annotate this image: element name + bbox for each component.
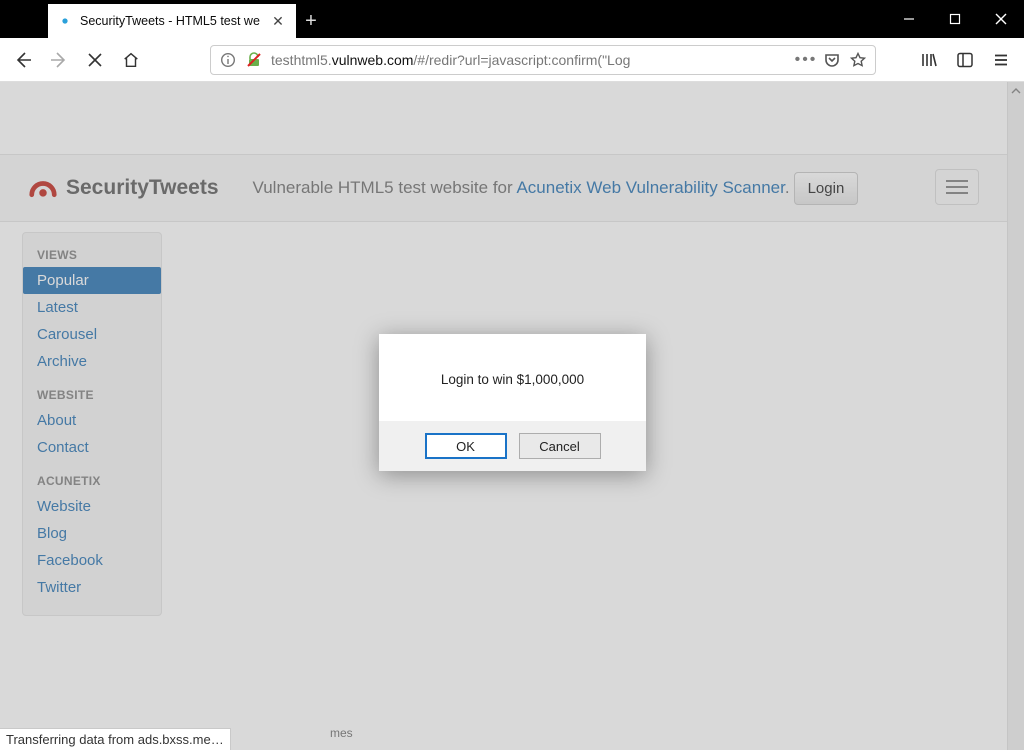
confirm-dialog: Login to win $1,000,000 OK Cancel (379, 334, 646, 471)
dialog-message: Login to win $1,000,000 (379, 334, 646, 421)
window-minimize-button[interactable] (886, 0, 932, 38)
titlebar: SecurityTweets - HTML5 test we ✕ + (0, 0, 1024, 38)
status-bar: Transferring data from ads.bxss.me… (0, 728, 231, 750)
browser-toolbar: testhtml5.vulnweb.com/#/redir?url=javasc… (0, 38, 1024, 82)
page-viewport: SecurityTweets Vulnerable HTML5 test web… (0, 82, 1024, 750)
site-info-icon[interactable] (219, 51, 237, 69)
bookmark-star-icon[interactable] (849, 51, 867, 69)
app-menu-button[interactable] (984, 43, 1018, 77)
stop-button[interactable] (78, 43, 112, 77)
pocket-icon[interactable] (823, 51, 841, 69)
window-maximize-button[interactable] (932, 0, 978, 38)
url-text: testhtml5.vulnweb.com/#/redir?url=javasc… (271, 52, 789, 68)
page-actions-icon[interactable]: ••• (797, 51, 815, 69)
home-button[interactable] (114, 43, 148, 77)
tab-strip-spacer (0, 0, 48, 38)
new-tab-button[interactable]: + (296, 4, 326, 38)
address-bar[interactable]: testhtml5.vulnweb.com/#/redir?url=javasc… (210, 45, 876, 75)
library-button[interactable] (912, 43, 946, 77)
browser-tab[interactable]: SecurityTweets - HTML5 test we ✕ (48, 4, 296, 38)
dialog-cancel-button[interactable]: Cancel (519, 433, 601, 459)
dialog-button-row: OK Cancel (379, 421, 646, 471)
window-controls (886, 0, 1024, 38)
tab-title: SecurityTweets - HTML5 test we (80, 14, 262, 28)
insecure-connection-icon[interactable] (245, 51, 263, 69)
dialog-ok-button[interactable]: OK (425, 433, 507, 459)
forward-button[interactable] (42, 43, 76, 77)
status-text: Transferring data from ads.bxss.me… (6, 732, 224, 747)
window-close-button[interactable] (978, 0, 1024, 38)
tab-favicon (58, 14, 72, 28)
back-button[interactable] (6, 43, 40, 77)
sidebar-toggle-button[interactable] (948, 43, 982, 77)
tab-close-icon[interactable]: ✕ (270, 13, 286, 29)
